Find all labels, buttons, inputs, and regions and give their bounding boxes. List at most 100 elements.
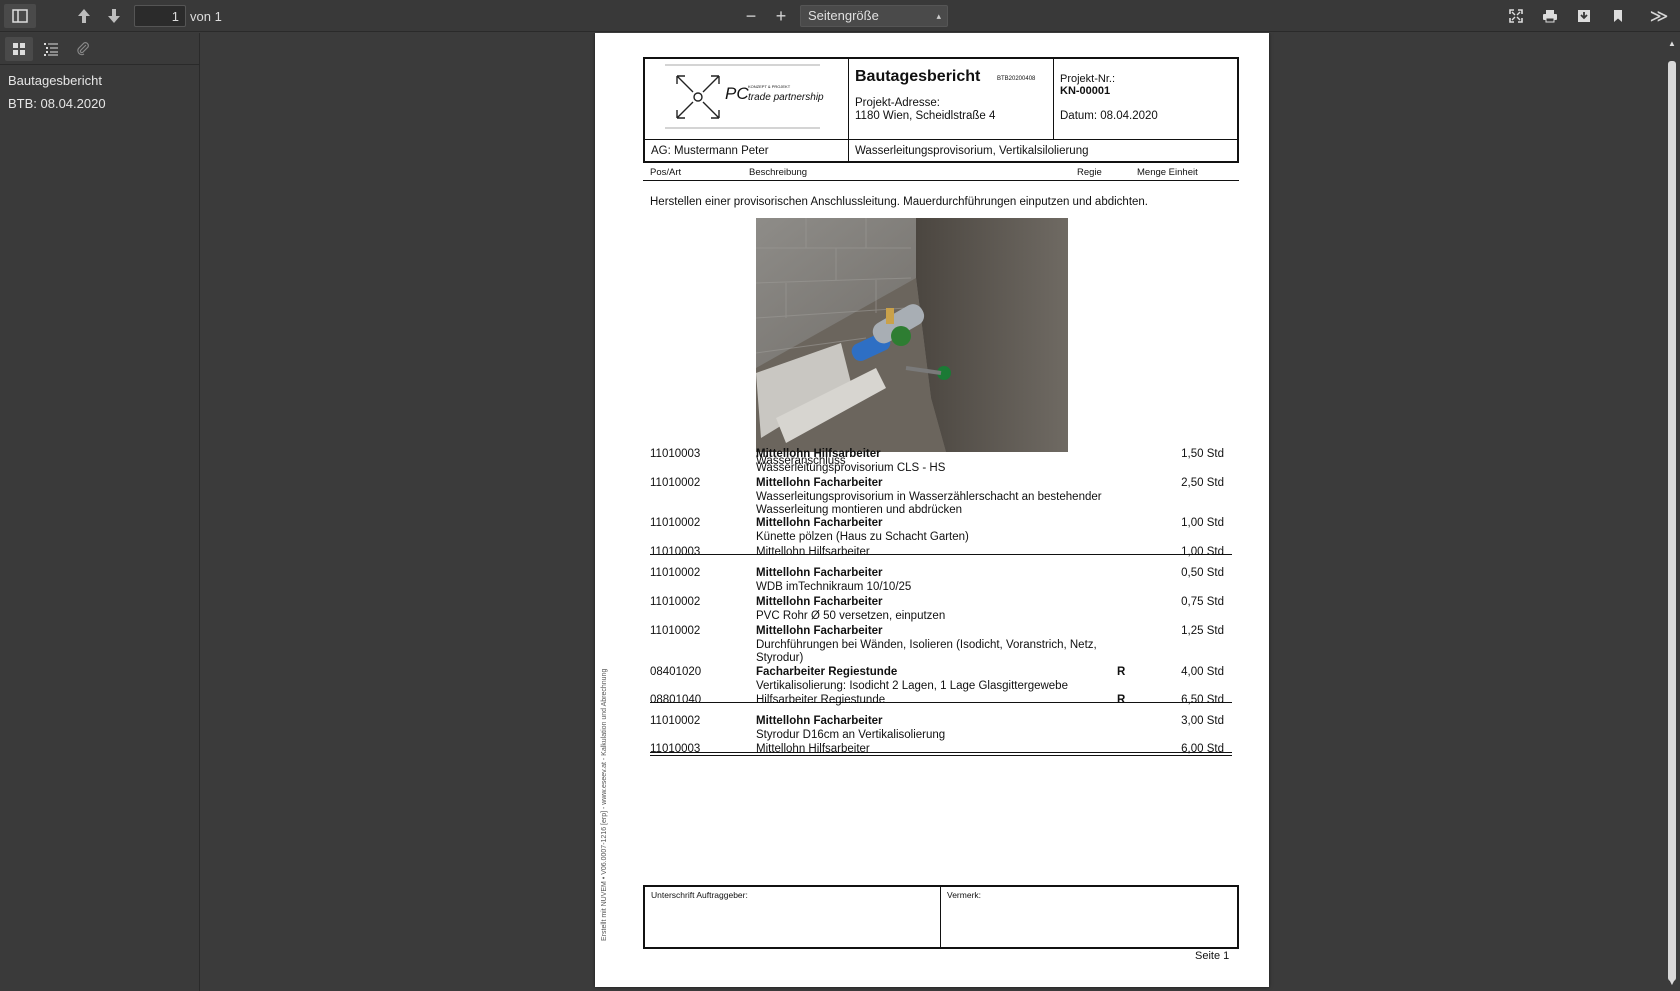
position-description: Mittellohn Facharbeiter Künette pölzen (H… <box>756 517 1108 544</box>
signature-box: Unterschrift Auftraggeber: Vermerk: <box>643 885 1239 949</box>
col-pos: Pos/Art <box>650 167 682 178</box>
address-label: Projekt-Adresse: <box>855 97 941 109</box>
generator-note: Erstellt mit NUVEM • V06.0007-1216 [erp]… <box>601 668 608 941</box>
scroll-down-icon[interactable]: ▼ <box>1668 978 1676 987</box>
sidebar-toggle-button[interactable] <box>4 4 36 28</box>
position-description: Mittellohn Facharbeiter Styrodur D16cm an… <box>756 715 1108 742</box>
next-page-button[interactable] <box>100 4 128 28</box>
download-button[interactable] <box>1570 4 1598 28</box>
remark-field: Vermerk: <box>947 890 982 900</box>
presentation-mode-button[interactable] <box>1502 4 1530 28</box>
divider <box>650 702 1232 703</box>
position-text: Vertikalisolierung: Isodicht 2 Lagen, 1 … <box>756 679 1068 692</box>
tab-outline[interactable] <box>37 37 65 61</box>
position-quantity: 0,75 Std <box>1181 596 1224 608</box>
scroll-up-icon[interactable]: ▲ <box>1668 39 1676 48</box>
site-photo <box>756 218 1068 452</box>
report-code: BTB20200408 <box>997 76 1036 82</box>
col-quantity: Menge Einheit <box>1137 167 1198 178</box>
fullscreen-icon <box>1509 9 1523 23</box>
position-number: 08801040 <box>650 694 702 706</box>
previous-page-button[interactable] <box>70 4 98 28</box>
position-number: 11010002 <box>650 477 701 489</box>
zoom-in-button[interactable]: + <box>768 4 794 28</box>
position-description: Hilfsarbeiter Regiestunde <box>756 694 1108 708</box>
download-icon <box>1578 10 1590 22</box>
page-number-label: Seite 1 <box>1195 950 1230 962</box>
position-text: Mittellohn Hilfsarbeiter <box>756 546 870 558</box>
position-number: 11010002 <box>650 596 701 608</box>
intro-text: Herstellen einer provisorischen Anschlus… <box>650 196 1149 208</box>
position-text: Künette pölzen (Haus zu Schacht Garten) <box>756 530 969 543</box>
client-name: AG: Mustermann Peter <box>645 140 849 162</box>
document-viewer[interactable]: PC trade partnership KONZEPT & PROJEKT B… <box>201 33 1663 991</box>
logo-text: PC <box>725 84 749 103</box>
col-regie: Regie <box>1077 167 1102 178</box>
client-signature-field: Unterschrift Auftraggeber: <box>645 887 941 947</box>
project-description: Wasserleitungsprovisorium, Vertikalsilol… <box>855 145 1089 157</box>
outline-item-btb[interactable]: BTB: 08.04.2020 <box>8 96 106 111</box>
divider <box>650 752 1232 753</box>
position-title: Mittellohn Facharbeiter <box>756 715 883 727</box>
scrollbar-thumb[interactable] <box>1668 61 1676 981</box>
position-quantity: 1,00 Std <box>1181 546 1224 558</box>
position-text: Mittellohn Hilfsarbeiter <box>756 743 870 755</box>
position-text: Styrodur D16cm an Vertikalisolierung <box>756 728 946 741</box>
position-text: Wasserleitungsprovisorium CLS - HS <box>756 461 946 474</box>
position-description: Mittellohn Hilfsarbeiter Wasserleitungspr… <box>756 448 1108 475</box>
position-quantity: 4,00 Std <box>1181 666 1224 678</box>
tools-button[interactable]: ≫ <box>1644 4 1674 28</box>
toolbar: von 1 − + Seitengröße ▴ ≫ <box>0 0 1680 32</box>
header-row-2: AG: Mustermann Peter Wasserleitungsprovi… <box>645 139 1237 162</box>
project-number-label: Projekt-Nr.: <box>1060 73 1116 85</box>
position-quantity: 1,25 Std <box>1181 625 1224 637</box>
position-title: Mittellohn Facharbeiter <box>756 477 883 489</box>
arrow-up-icon <box>78 9 90 23</box>
page-count-label: von 1 <box>190 9 222 24</box>
bookmark-button[interactable] <box>1604 4 1632 28</box>
position-text: Wasserleitungsprovisorium in Wasserzähle… <box>756 490 1102 517</box>
project-address: 1180 Wien, Scheidlstraße 4 <box>855 110 996 122</box>
sidebar-icon <box>12 9 28 23</box>
position-description: Facharbeiter Regiestunde Vertikalisolieru… <box>756 666 1108 693</box>
double-chevron-icon: ≫ <box>1649 5 1669 26</box>
position-quantity: 0,50 Std <box>1181 567 1224 579</box>
position-quantity: 3,00 Std <box>1181 715 1224 727</box>
report-header: PC trade partnership KONZEPT & PROJEKT B… <box>643 57 1239 163</box>
vertical-scrollbar[interactable]: ▲ ▼ <box>1664 33 1680 991</box>
zoom-select-value: Seitengröße <box>808 8 879 23</box>
position-number: 08401020 <box>650 666 702 678</box>
position-quantity: 6,50 Std <box>1181 694 1224 706</box>
plus-icon: + <box>775 5 787 26</box>
position-text: WDB imTechnikraum 10/10/25 <box>756 580 912 593</box>
outline-item-bautagesbericht[interactable]: Bautagesbericht <box>8 73 102 88</box>
zoom-select[interactable]: Seitengröße ▴ <box>800 5 948 27</box>
position-title: Facharbeiter Regiestunde <box>756 666 898 678</box>
position-quantity: 2,50 Std <box>1181 477 1224 489</box>
zoom-out-button[interactable]: − <box>738 4 764 28</box>
position-number: 11010002 <box>650 517 701 529</box>
position-text: Hilfsarbeiter Regiestunde <box>756 694 886 706</box>
tab-thumbnails[interactable] <box>5 37 33 61</box>
print-button[interactable] <box>1536 4 1564 28</box>
print-icon <box>1543 10 1557 23</box>
select-arrows-icon: ▴ <box>936 11 941 21</box>
report-date: Datum: 08.04.2020 <box>1060 110 1158 122</box>
project-number: KN-00001 <box>1060 85 1111 97</box>
page-number-input[interactable] <box>134 5 186 27</box>
pdf-page: PC trade partnership KONZEPT & PROJEKT B… <box>595 33 1269 987</box>
tab-attachments[interactable] <box>69 37 97 61</box>
arrow-down-icon <box>108 9 120 23</box>
column-header: Pos/Art Beschreibung Regie Menge Einheit <box>643 167 1239 181</box>
logo-subtext: trade partnership <box>748 92 824 103</box>
position-description: Mittellohn Facharbeiter WDB imTechnikraum… <box>756 567 1108 594</box>
position-description: Mittellohn Facharbeiter Wasserleitungspro… <box>756 477 1108 518</box>
position-number: 11010002 <box>650 567 701 579</box>
position-number: 11010002 <box>650 715 701 727</box>
position-title: Mittellohn Facharbeiter <box>756 596 883 608</box>
position-description: Mittellohn Facharbeiter PVC Rohr Ø 50 ver… <box>756 596 1108 623</box>
position-number: 11010002 <box>650 625 701 637</box>
position-text: Durchführungen bei Wänden, Isolieren (Is… <box>756 638 1097 665</box>
project-cell: Projekt-Nr.: KN-00001 Datum: 08.04.2020 <box>1054 59 1237 139</box>
position-title: Mittellohn Facharbeiter <box>756 567 883 579</box>
